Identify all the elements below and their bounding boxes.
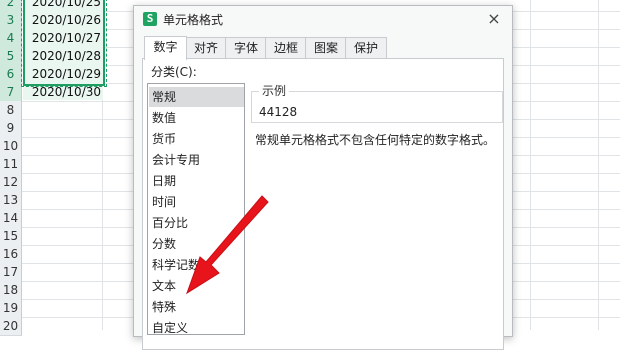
row-number[interactable]: 5 <box>0 47 22 66</box>
category-item-text[interactable]: 文本 <box>149 276 244 296</box>
category-item-custom[interactable]: 自定义 <box>149 318 244 338</box>
category-item-number[interactable]: 数值 <box>149 108 244 128</box>
wps-app-icon: S <box>143 12 157 26</box>
row-number[interactable]: 10 <box>0 137 22 156</box>
row-number[interactable]: 8 <box>0 101 22 120</box>
row-number[interactable]: 13 <box>0 191 22 210</box>
tab-protection[interactable]: 保护 <box>345 37 387 59</box>
tab-pattern[interactable]: 图案 <box>305 37 347 59</box>
tab-alignment[interactable]: 对齐 <box>185 37 227 59</box>
category-item-scientific[interactable]: 科学记数 <box>149 255 244 275</box>
row-number[interactable]: 18 <box>0 281 22 300</box>
row-number[interactable]: 20 <box>0 317 22 336</box>
row-number[interactable]: 15 <box>0 227 22 246</box>
row-number[interactable]: 3 <box>0 11 22 30</box>
sample-value: 44128 <box>259 105 298 119</box>
dialog-titlebar[interactable]: S 单元格格式 × <box>134 6 512 34</box>
format-cells-dialog: S 单元格格式 × 数字 对齐 字体 边框 图案 保护 分类(C): 常规 数值… <box>133 5 513 350</box>
row-number[interactable]: 9 <box>0 119 22 138</box>
row-number[interactable]: 7 <box>0 83 22 102</box>
category-label: 分类(C): <box>151 65 197 79</box>
sample-label: 示例 <box>259 82 290 99</box>
tab-border[interactable]: 边框 <box>265 37 307 59</box>
selection-border <box>23 0 105 86</box>
category-item-accounting[interactable]: 会计专用 <box>149 150 244 170</box>
row-number[interactable]: 16 <box>0 245 22 264</box>
tab-number[interactable]: 数字 <box>144 36 187 60</box>
row-number[interactable]: 17 <box>0 263 22 282</box>
category-item-percentage[interactable]: 百分比 <box>149 213 244 233</box>
category-item-fraction[interactable]: 分数 <box>149 234 244 254</box>
number-tab-pane: 分类(C): 常规 数值 货币 会计专用 日期 时间 百分比 分数 科学记数 文… <box>142 58 504 350</box>
category-item-time[interactable]: 时间 <box>149 192 244 212</box>
category-item-currency[interactable]: 货币 <box>149 129 244 149</box>
category-listbox[interactable]: 常规 数值 货币 会计专用 日期 时间 百分比 分数 科学记数 文本 特殊 自定… <box>147 83 245 335</box>
row-number[interactable]: 19 <box>0 299 22 318</box>
close-button[interactable]: × <box>484 9 504 29</box>
category-item-general[interactable]: 常规 <box>149 87 244 107</box>
tab-font[interactable]: 字体 <box>225 37 267 59</box>
row-number[interactable]: 4 <box>0 29 22 48</box>
dialog-title: 单元格格式 <box>163 13 224 27</box>
row-number[interactable]: 12 <box>0 173 22 192</box>
row-number[interactable]: 6 <box>0 65 22 84</box>
row-number[interactable]: 14 <box>0 209 22 228</box>
category-item-special[interactable]: 特殊 <box>149 297 244 317</box>
format-description: 常规单元格格式不包含任何特定的数字格式。 <box>255 133 496 147</box>
category-item-date[interactable]: 日期 <box>149 171 244 191</box>
row-number[interactable]: 11 <box>0 155 22 174</box>
